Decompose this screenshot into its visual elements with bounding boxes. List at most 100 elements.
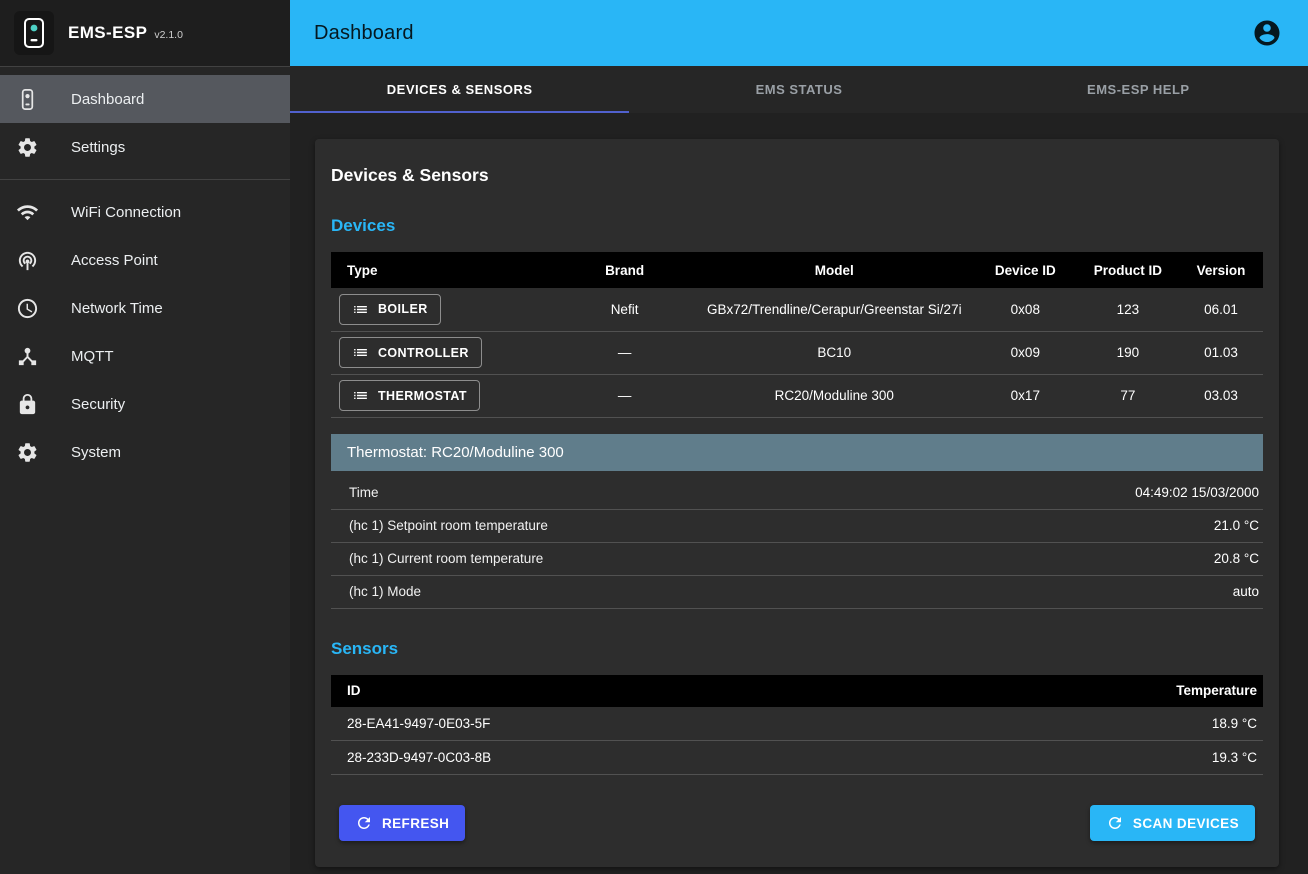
refresh-icon	[355, 814, 373, 832]
table-row: 28-233D-9497-0C03-8B 19.3 °C	[331, 741, 1263, 775]
scan-devices-button[interactable]: SCAN DEVICES	[1090, 805, 1255, 841]
device-model: BC10	[694, 331, 974, 374]
app-logo-icon	[14, 11, 54, 55]
devices-heading: Devices	[331, 216, 1263, 236]
sidebar-item-label: WiFi Connection	[71, 204, 181, 221]
sidebar-item-wifi-connection[interactable]: WiFi Connection	[0, 188, 290, 236]
device-version: 01.03	[1179, 331, 1263, 374]
sidebar-item-label: System	[71, 444, 121, 461]
tab-ems-esp-help[interactable]: EMS-ESP HELP	[969, 66, 1308, 113]
value-label: (hc 1) Current room temperature	[349, 551, 543, 566]
scan-devices-button-label: SCAN DEVICES	[1133, 816, 1239, 831]
sidebar-item-system[interactable]: System	[0, 428, 290, 476]
device-version: 03.03	[1179, 374, 1263, 417]
device-type-button-thermostat[interactable]: THERMOSTAT	[339, 380, 480, 411]
tab-devices-sensors[interactable]: DEVICES & SENSORS	[290, 66, 629, 113]
card-title: Devices & Sensors	[331, 165, 1263, 186]
refresh-button-label: REFRESH	[382, 816, 449, 831]
device-type-button-boiler[interactable]: BOILER	[339, 294, 441, 325]
product-id: 190	[1077, 331, 1180, 374]
sidebar-item-label: Access Point	[71, 252, 158, 269]
device-id: 0x09	[974, 331, 1077, 374]
sidebar-item-dashboard[interactable]: Dashboard	[0, 75, 290, 123]
column-header-temperature: Temperature	[925, 675, 1263, 707]
device-hub-icon	[16, 345, 39, 368]
account-button[interactable]	[1250, 16, 1284, 50]
table-row: 28-EA41-9497-0E03-5F 18.9 °C	[331, 707, 1263, 741]
device-brand: —	[555, 331, 695, 374]
app-version: v2.1.0	[154, 29, 183, 41]
device-icon	[16, 88, 39, 111]
sensors-table: ID Temperature 28-EA41-9497-0E03-5F 18.9…	[331, 675, 1263, 776]
column-header-device-id: Device ID	[974, 252, 1077, 288]
sensors-table-header: ID Temperature	[331, 675, 1263, 707]
sensor-id: 28-EA41-9497-0E03-5F	[331, 707, 925, 741]
product-id: 123	[1077, 288, 1180, 331]
sidebar-item-mqtt[interactable]: MQTT	[0, 332, 290, 380]
devices-table: Type Brand Model Device ID Product ID Ve…	[331, 252, 1263, 418]
actions-row: REFRESH SCAN DEVICES	[331, 805, 1263, 841]
sidebar-item-label: Dashboard	[71, 91, 144, 108]
sensors-heading: Sensors	[331, 639, 1263, 659]
value-text: 20.8 °C	[1214, 551, 1259, 566]
sidebar-item-network-time[interactable]: Network Time	[0, 284, 290, 332]
value-text: auto	[1233, 584, 1259, 599]
device-id: 0x17	[974, 374, 1077, 417]
page-title: Dashboard	[314, 22, 414, 45]
value-text: 21.0 °C	[1214, 518, 1259, 533]
tab-ems-status[interactable]: EMS STATUS	[629, 66, 968, 113]
column-header-type: Type	[331, 252, 555, 288]
sidebar: EMS-ESP v2.1.0 Dashboard Settings WiFi C…	[0, 0, 290, 874]
product-id: 77	[1077, 374, 1180, 417]
column-header-product-id: Product ID	[1077, 252, 1180, 288]
list-icon	[352, 344, 369, 361]
refresh-button[interactable]: REFRESH	[339, 805, 465, 841]
value-label: (hc 1) Setpoint room temperature	[349, 518, 548, 533]
device-brand: Nefit	[555, 288, 695, 331]
device-type-label: THERMOSTAT	[378, 389, 467, 403]
list-icon	[352, 387, 369, 404]
list-item: (hc 1) Setpoint room temperature 21.0 °C	[331, 510, 1263, 543]
appbar: Dashboard	[290, 0, 1308, 66]
sidebar-item-label: MQTT	[71, 348, 114, 365]
device-model: GBx72/Trendline/Cerapur/Greenstar Si/27i	[694, 288, 974, 331]
thermostat-values: Time 04:49:02 15/03/2000 (hc 1) Setpoint…	[331, 477, 1263, 609]
app-root: EMS-ESP v2.1.0 Dashboard Settings WiFi C…	[0, 0, 1308, 874]
list-item: Time 04:49:02 15/03/2000	[331, 477, 1263, 510]
wifi-icon	[16, 201, 39, 224]
sidebar-item-label: Settings	[71, 139, 125, 156]
content-area: Devices & Sensors Devices Type Brand Mod…	[290, 113, 1308, 874]
lock-icon	[16, 393, 39, 416]
device-brand: —	[555, 374, 695, 417]
device-type-label: CONTROLLER	[378, 346, 469, 360]
gear-icon	[16, 136, 39, 159]
device-model: RC20/Moduline 300	[694, 374, 974, 417]
sensors-section: Sensors ID Temperature 28-EA41-9497-0E03…	[331, 639, 1263, 776]
main-region: Dashboard DEVICES & SENSORS EMS STATUS E…	[290, 0, 1308, 874]
sensor-temperature: 19.3 °C	[925, 741, 1263, 775]
clock-icon	[16, 297, 39, 320]
list-item: (hc 1) Mode auto	[331, 576, 1263, 609]
column-header-id: ID	[331, 675, 925, 707]
sidebar-header: EMS-ESP v2.1.0	[0, 0, 290, 66]
sensor-temperature: 18.9 °C	[925, 707, 1263, 741]
gear-icon	[16, 441, 39, 464]
refresh-icon	[1106, 814, 1124, 832]
device-id: 0x08	[974, 288, 1077, 331]
value-label: Time	[349, 485, 379, 500]
account-circle-icon	[1252, 18, 1282, 48]
list-icon	[352, 301, 369, 318]
sidebar-item-access-point[interactable]: Access Point	[0, 236, 290, 284]
sidebar-item-settings[interactable]: Settings	[0, 123, 290, 171]
value-label: (hc 1) Mode	[349, 584, 421, 599]
device-type-button-controller[interactable]: CONTROLLER	[339, 337, 482, 368]
sidebar-item-security[interactable]: Security	[0, 380, 290, 428]
table-row: BOILER Nefit GBx72/Trendline/Cerapur/Gre…	[331, 288, 1263, 331]
device-version: 06.01	[1179, 288, 1263, 331]
devices-table-header: Type Brand Model Device ID Product ID Ve…	[331, 252, 1263, 288]
column-header-model: Model	[694, 252, 974, 288]
sidebar-nav: Dashboard Settings WiFi Connection Acces…	[0, 67, 290, 476]
device-type-label: BOILER	[378, 302, 428, 316]
devices-sensors-card: Devices & Sensors Devices Type Brand Mod…	[315, 139, 1279, 867]
table-row: THERMOSTAT — RC20/Moduline 300 0x17 77 0…	[331, 374, 1263, 417]
